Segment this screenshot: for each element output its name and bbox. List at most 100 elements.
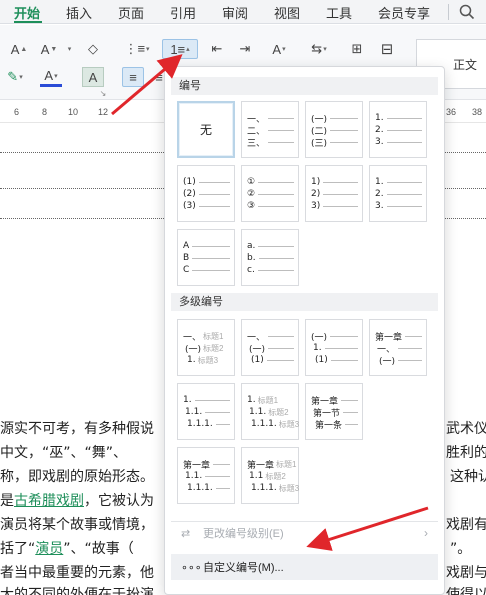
multilevel-preview-row: 第一节: [313, 406, 358, 419]
preview-line: [192, 257, 230, 259]
more-dots-icon: ∘∘∘: [181, 561, 202, 574]
numbering-marker: 1.1.1.: [251, 483, 277, 493]
font-options-caret-icon[interactable]: ▾: [58, 39, 80, 59]
multilevel-option[interactable]: 第一章 1.1. 1.1.1.: [177, 447, 235, 504]
numbering-marker: 1.1.: [185, 407, 203, 417]
numbering-option[interactable]: 一、 二、 三、: [241, 101, 299, 158]
font-grow-button[interactable]: A ▲: [8, 39, 30, 59]
change-numbering-level-item[interactable]: ⇄ 更改编号级别(E) ›: [171, 520, 438, 546]
numbering-preview-row: 1): [311, 176, 358, 188]
numbering-option[interactable]: ① ② ③: [241, 165, 299, 222]
numbering-marker: 1.1.: [249, 407, 267, 417]
numbering-preview-row: 2.: [375, 124, 422, 136]
numbering-option[interactable]: (一) (二) (三): [305, 101, 363, 158]
numbering-preview-row: C: [183, 264, 230, 276]
preview-line: [268, 335, 294, 337]
multilevel-preview-row: 1.1.1.: [187, 418, 230, 430]
preview-line: [258, 205, 294, 207]
numbering-none-option[interactable]: 无: [177, 101, 235, 158]
numbering-option[interactable]: (1) (2) (3): [177, 165, 235, 222]
preview-line: [345, 423, 358, 425]
numbering-preview-row: (三): [311, 136, 358, 149]
numbering-option[interactable]: a. b. c.: [241, 229, 299, 286]
columns-icon[interactable]: ⊞: [346, 39, 368, 59]
multilevel-preview-row: 1.1.: [185, 406, 230, 418]
numbering-marker: C: [183, 265, 190, 275]
numbering-marker: 1.1.: [185, 471, 203, 481]
doc-line-fragment: 戏剧与其: [446, 565, 486, 581]
numbering-option[interactable]: 1) 2) 3): [305, 165, 363, 222]
multilevel-option[interactable]: (一) 1. (1): [305, 319, 363, 376]
heading-placeholder: 标题2: [268, 407, 289, 417]
doc-line: 源实不可考，有多种假说: [0, 421, 154, 437]
increase-indent-icon[interactable]: ⇥: [234, 39, 256, 59]
font-shrink-button[interactable]: A ▼: [38, 39, 60, 59]
numbering-marker: ①: [247, 177, 256, 187]
none-label: 无: [199, 123, 212, 137]
numbering-marker: (一): [379, 356, 396, 367]
multilevel-preview-row: 1.1 标题2: [249, 470, 294, 482]
numbering-preview-row: (一): [311, 112, 358, 125]
ruler-tick: 8: [42, 107, 48, 117]
char-shading-button[interactable]: A: [82, 67, 104, 87]
font-color-button[interactable]: A ▾: [40, 67, 62, 87]
preview-line: [257, 269, 294, 271]
tab-member[interactable]: 会员专享: [378, 3, 430, 22]
multilevel-preview-row: 1. 标题3: [187, 354, 230, 366]
decrease-indent-icon[interactable]: ⇤: [206, 39, 228, 59]
multilevel-preview-row: 第一章 标题1: [247, 458, 296, 471]
multilevel-option[interactable]: 第一章 一、 (一): [369, 319, 427, 376]
numbering-marker: b.: [247, 253, 256, 263]
preview-line: [268, 129, 294, 131]
doc-line: 中文，“巫”、“舞”、: [0, 445, 128, 461]
tab-insert[interactable]: 插入: [66, 3, 92, 22]
tab-tools[interactable]: 工具: [326, 3, 352, 22]
doc-line-fragment: 胜利的巫: [446, 445, 486, 461]
bullet-list-button[interactable]: ⋮≡ ▾: [124, 39, 149, 59]
highlight-color-button[interactable]: ✎ ▾: [4, 67, 26, 87]
custom-numbering-item[interactable]: ∘∘∘ 自定义编号(M)...: [171, 554, 438, 580]
multilevel-preview-row: (一): [311, 330, 358, 343]
numbering-marker: B: [183, 253, 190, 263]
numbering-marker: (一): [185, 344, 202, 355]
preview-line: [323, 205, 358, 207]
tab-reference[interactable]: 引用: [170, 3, 196, 22]
numbering-marker: (一): [249, 344, 266, 355]
ruler-tick: 12: [98, 107, 109, 117]
doc-hyperlink[interactable]: 演员: [35, 541, 63, 557]
tab-page[interactable]: 页面: [118, 3, 144, 22]
numbering-preview-row: ③: [247, 200, 294, 212]
multilevel-option[interactable]: 1. 1.1. 1.1.1.: [177, 383, 235, 440]
char-spacing-button[interactable]: A ▾: [268, 39, 290, 59]
numbering-marker: ②: [247, 189, 256, 199]
preview-line: [198, 205, 230, 207]
tab-view[interactable]: 视图: [274, 3, 300, 22]
clear-format-icon[interactable]: ◇: [82, 39, 104, 59]
numbering-marker: 第一章: [247, 460, 275, 471]
distribute-icon[interactable]: ⊟: [376, 39, 398, 59]
text-direction-button[interactable]: ⇆ ▾: [308, 39, 330, 59]
preview-line: [198, 181, 230, 183]
numbering-marker: (1): [183, 177, 196, 187]
multilevel-option[interactable]: 1. 标题1 1.1. 标题2 1.1.1. 标题3: [241, 383, 299, 440]
font-dialog-launcher-icon[interactable]: ↘: [96, 87, 110, 99]
multilevel-option[interactable]: 第一章 标题1 1.1 标题2 1.1.1. 标题3: [241, 447, 299, 504]
numbering-option[interactable]: 1. 2. 3.: [369, 165, 427, 222]
tab-review[interactable]: 审阅: [222, 3, 248, 22]
numbering-option[interactable]: 1. 2. 3.: [369, 101, 427, 158]
preview-line: [405, 335, 422, 337]
numbering-preview-row: b.: [247, 252, 294, 264]
multilevel-option[interactable]: 一、 标题1 (一) 标题2 1. 标题3: [177, 319, 235, 376]
align-left-button[interactable]: ≡: [122, 67, 144, 87]
numbering-preview-row: 3.: [375, 200, 422, 212]
numbering-option[interactable]: ABC: [177, 229, 235, 286]
multilevel-preview-row: 第一章: [183, 458, 230, 471]
preview-line: [386, 117, 422, 119]
tab-home[interactable]: 开始: [14, 3, 40, 22]
numbering-preview-row: a.: [247, 240, 294, 252]
multilevel-option[interactable]: 第一章 第一节 第一条: [305, 383, 363, 440]
doc-hyperlink[interactable]: 古希腊戏剧: [14, 493, 84, 509]
search-icon[interactable]: [458, 3, 476, 21]
multilevel-option[interactable]: 一、 (一) (1): [241, 319, 299, 376]
numbering-button[interactable]: 1≡ ▴: [162, 39, 198, 59]
